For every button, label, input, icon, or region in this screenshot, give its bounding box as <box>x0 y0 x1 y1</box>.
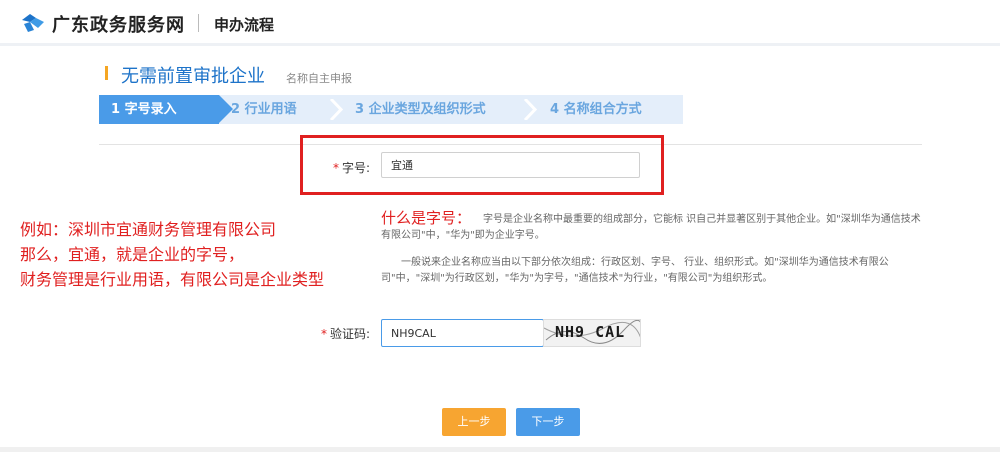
footer-divider <box>0 447 1000 452</box>
name-input[interactable] <box>381 152 640 178</box>
page-title: 无需前置审批企业 <box>121 66 265 87</box>
page-subtitle: 名称自主申报 <box>286 72 352 85</box>
step-chevron-icon <box>329 99 343 120</box>
required-mark: * <box>321 327 327 341</box>
prev-step-button[interactable]: 上一步 <box>442 408 506 436</box>
step-3-company-type: 3 企业类型及组织形式 <box>355 102 486 117</box>
step-progress: 1 字号录入 2 行业用语 3 企业类型及组织形式 4 名称组合方式 <box>99 95 683 124</box>
step-chevron-icon <box>523 99 537 120</box>
info-paragraph-1: 字号是企业名称中最重要的组成部分，它能标 识自己并显著区别于其他企业。如"深圳华… <box>381 214 921 241</box>
info-paragraph-2: 一般说来企业名称应当由以下部分依次组成：行政区划、字号、 行业、组织形式。如"深… <box>381 257 889 284</box>
title-accent-bar <box>105 66 108 80</box>
name-field-label: * 字号: <box>333 159 370 176</box>
annotation-line-2: 那么，宜通，就是企业的字号， <box>20 245 245 264</box>
annotation-line-3: 财务管理是行业用语，有限公司是企业类型 <box>20 270 325 289</box>
step-2-industry-term: 2 行业用语 <box>231 102 297 117</box>
step-1-name-input: 1 字号录入 <box>99 95 219 124</box>
captcha-field-label: * 验证码: <box>321 325 370 342</box>
captcha-input[interactable] <box>381 319 544 347</box>
site-name[interactable]: 广东政务服务网 <box>52 11 185 37</box>
captcha-image[interactable]: NH9 CAL <box>543 319 641 347</box>
captcha-text: NH9 CAL <box>555 323 626 341</box>
header-divider <box>198 14 199 32</box>
header: 广东政务服务网 申办流程 <box>0 0 1000 46</box>
captcha-label-text: 验证码: <box>330 327 371 341</box>
annotation-line-1: 例如：深圳市宜通财务管理有限公司 <box>20 220 277 239</box>
required-mark: * <box>333 161 339 175</box>
guangdong-logo-icon[interactable] <box>20 12 46 34</box>
header-title: 申办流程 <box>214 16 275 34</box>
name-label-text: 字号: <box>342 161 371 175</box>
next-step-button[interactable]: 下一步 <box>516 408 580 436</box>
step-4-name-combination: 4 名称组合方式 <box>550 102 642 117</box>
